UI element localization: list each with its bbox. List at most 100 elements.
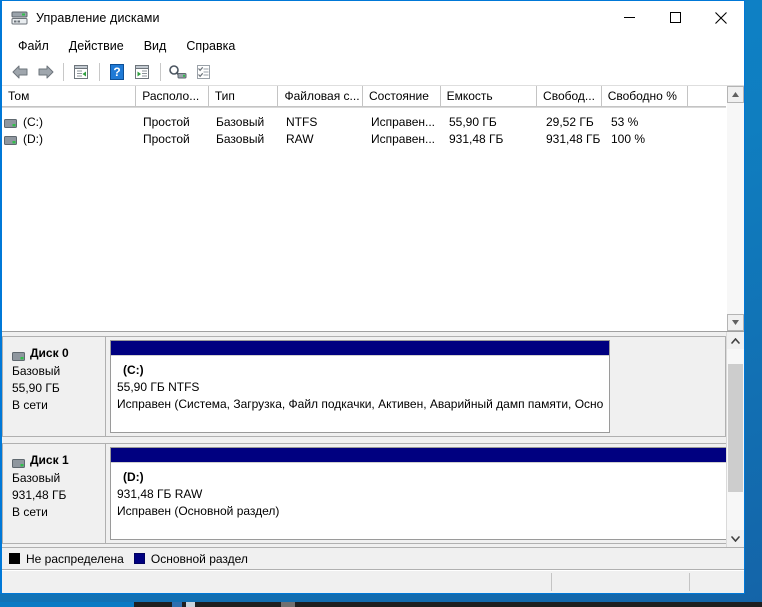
column-header-layout[interactable]: Располо...	[136, 86, 209, 107]
column-header-type[interactable]: Тип	[208, 86, 279, 107]
column-header-status[interactable]: Состояние	[363, 86, 441, 107]
partition-letter: (D:)	[123, 470, 144, 484]
graphical-view-pane: Диск 0 Базовый 55,90 ГБ В сети (C:) 55,9…	[2, 332, 744, 547]
cell-filesystem: RAW	[286, 131, 314, 146]
window-title: Управление дисками	[36, 10, 160, 25]
partition-area: (D:) 931,48 ГБ RAW Исправен (Основной ра…	[106, 443, 726, 544]
rescan-disks-icon[interactable]	[166, 60, 190, 83]
cell-status: Исправен...	[371, 114, 436, 129]
partition-c[interactable]: (C:) 55,90 ГБ NTFS Исправен (Система, За…	[110, 340, 610, 433]
disk-type: Базовый	[12, 364, 61, 378]
scrollbar-track[interactable]	[727, 103, 744, 314]
minimize-button[interactable]	[606, 1, 652, 34]
taskbar-item-1[interactable]	[172, 602, 182, 607]
taskbar-item-2[interactable]	[186, 602, 195, 607]
taskbar-accent	[0, 602, 134, 607]
close-button[interactable]	[698, 1, 744, 34]
partition-d[interactable]: (D:) 931,48 ГБ RAW Исправен (Основной ра…	[110, 447, 726, 540]
toolbar-separator	[160, 62, 161, 81]
scroll-up-icon[interactable]	[727, 86, 744, 103]
column-header-volume[interactable]: Том	[2, 86, 137, 107]
menu-file[interactable]: Файл	[12, 37, 58, 56]
maximize-button[interactable]	[652, 1, 698, 34]
disk-icon	[12, 456, 25, 468]
disk-state: В сети	[12, 505, 48, 519]
status-segment-3	[690, 571, 744, 593]
disk-name: Диск 0	[30, 346, 69, 360]
forward-icon[interactable]	[33, 60, 57, 83]
properties-icon[interactable]	[191, 60, 215, 83]
disk-management-window: Управление дисками Файл Действие Вид Спр…	[0, 0, 745, 594]
partition-status: Исправен (Система, Загрузка, Файл подкач…	[117, 397, 604, 411]
show-hide-console-tree-icon[interactable]	[69, 60, 93, 83]
cell-filesystem: NTFS	[286, 114, 318, 129]
taskbar[interactable]	[0, 602, 762, 607]
cell-capacity: 55,90 ГБ	[449, 114, 497, 129]
taskbar-item-3[interactable]	[281, 602, 295, 607]
column-header-filesystem[interactable]: Файловая с...	[278, 86, 363, 107]
column-header-capacity[interactable]: Емкость	[440, 86, 538, 107]
cell-volume-label: (D:)	[23, 131, 43, 146]
cell-type: Базовый	[216, 114, 265, 129]
disk-type: Базовый	[12, 471, 61, 485]
status-segment-1	[2, 571, 551, 593]
scroll-down-icon[interactable]	[727, 314, 744, 331]
table-row[interactable]: (D:) Простой Базовый RAW Исправен... 931…	[2, 130, 726, 147]
partition-color-bar	[111, 448, 726, 462]
toolbar-separator	[99, 62, 100, 81]
cell-layout: Простой	[143, 131, 190, 146]
legend-label-unallocated: Не распределена	[26, 551, 124, 566]
volume-list-scrollbar[interactable]	[726, 86, 744, 331]
disk-info-panel[interactable]: Диск 0 Базовый 55,90 ГБ В сети	[2, 336, 106, 437]
partition-letter: (C:)	[123, 363, 144, 377]
status-bar	[2, 570, 744, 593]
cell-free-percent: 53 %	[611, 114, 639, 129]
partition-status: Исправен (Основной раздел)	[117, 504, 280, 518]
menu-help[interactable]: Справка	[180, 37, 244, 56]
title-bar[interactable]: Управление дисками	[2, 1, 744, 34]
disk-size: 55,90 ГБ	[12, 381, 60, 395]
partition-area: (C:) 55,90 ГБ NTFS Исправен (Система, За…	[106, 336, 726, 437]
volume-list-pane: Том Располо... Тип Файловая с... Состоян…	[2, 86, 744, 332]
disk-title: Диск 0	[12, 345, 105, 362]
volume-list-header: Том Располо... Тип Файловая с... Состоян…	[2, 86, 726, 108]
partition-size-fs: 931,48 ГБ RAW	[117, 487, 203, 501]
menu-bar: Файл Действие Вид Справка	[2, 34, 744, 58]
disk-row[interactable]: Диск 0 Базовый 55,90 ГБ В сети (C:) 55,9…	[2, 336, 726, 437]
menu-view[interactable]: Вид	[138, 37, 176, 56]
scroll-down-icon[interactable]	[727, 530, 744, 547]
menu-action[interactable]: Действие	[63, 37, 133, 56]
show-action-pane-icon[interactable]	[130, 60, 154, 83]
graphical-view-scrollbar[interactable]	[726, 332, 744, 547]
partition-size-fs: 55,90 ГБ NTFS	[117, 380, 200, 394]
disk-title: Диск 1	[12, 452, 105, 469]
cell-free: 931,48 ГБ	[546, 131, 601, 146]
scroll-up-icon[interactable]	[727, 332, 744, 349]
volume-icon	[4, 117, 17, 128]
partition-color-bar	[111, 341, 609, 355]
toolbar: ?	[2, 58, 744, 86]
back-icon[interactable]	[8, 60, 32, 83]
legend-item-primary-partition: Основной раздел	[133, 552, 248, 566]
partition-details: (C:) 55,90 ГБ NTFS Исправен (Система, За…	[111, 355, 609, 432]
table-row[interactable]: (C:) Простой Базовый NTFS Исправен... 55…	[2, 113, 726, 130]
column-header-spacer[interactable]	[688, 86, 726, 107]
volume-icon	[4, 134, 17, 145]
help-icon[interactable]: ?	[105, 60, 129, 83]
disk-row[interactable]: Диск 1 Базовый 931,48 ГБ В сети (D:) 931…	[2, 443, 726, 544]
cell-capacity: 931,48 ГБ	[449, 131, 504, 146]
disk-name: Диск 1	[30, 453, 69, 467]
cell-volume: (D:)	[2, 132, 137, 146]
column-header-free-percent[interactable]: Свободно %	[601, 86, 689, 107]
cell-layout: Простой	[143, 114, 190, 129]
cell-volume: (C:)	[2, 115, 137, 129]
disk-info-panel[interactable]: Диск 1 Базовый 931,48 ГБ В сети	[2, 443, 106, 544]
column-header-free[interactable]: Свобод...	[537, 86, 602, 107]
scrollbar-thumb[interactable]	[728, 364, 743, 492]
disk-state: В сети	[12, 398, 48, 412]
cell-free-percent: 100 %	[611, 131, 646, 146]
scrollbar-track[interactable]	[727, 349, 744, 530]
cell-free: 29,52 ГБ	[546, 114, 594, 129]
disk-icon	[12, 349, 25, 361]
legend-swatch-unallocated	[9, 553, 20, 564]
